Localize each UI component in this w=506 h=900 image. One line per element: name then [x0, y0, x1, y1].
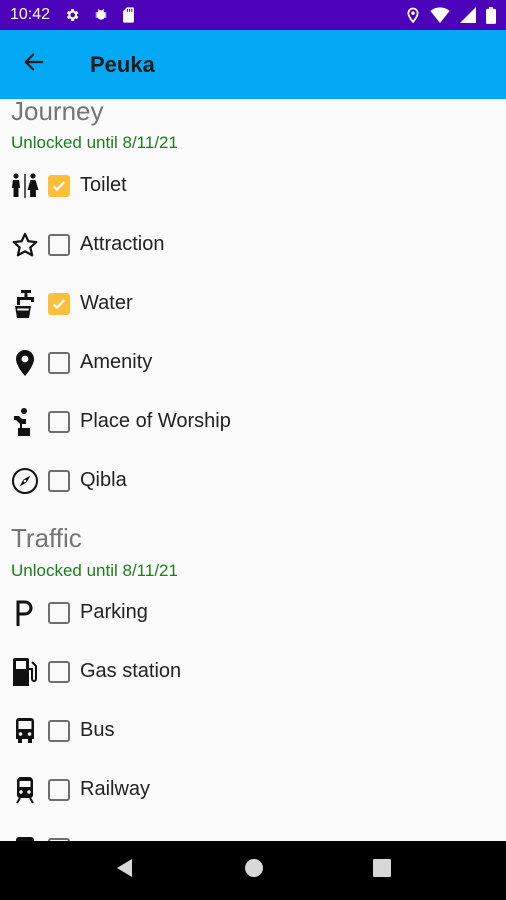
- list-item-label-place-of-worship: Place of Worship: [80, 410, 231, 432]
- back-button[interactable]: [10, 41, 58, 89]
- train-icon: [10, 775, 40, 805]
- list-item-label-parking: Parking: [80, 601, 148, 623]
- list-item-attraction[interactable]: Attraction: [0, 215, 506, 274]
- checkbox-railway[interactable]: [48, 778, 70, 801]
- list-item-parking[interactable]: Parking: [0, 583, 506, 642]
- list-item-gas-station[interactable]: Gas station: [0, 642, 506, 701]
- wifi-icon: [430, 7, 450, 23]
- back-triangle-icon[interactable]: [115, 858, 135, 883]
- status-left-icons: [64, 7, 135, 23]
- checkbox-qibla[interactable]: [48, 469, 70, 492]
- checkbox-toilet[interactable]: [48, 174, 70, 197]
- status-right-icons: [406, 6, 496, 24]
- gas-station-icon: [10, 657, 40, 687]
- list-item-bus[interactable]: Bus: [0, 701, 506, 760]
- list-item-label-toilet: Toilet: [80, 174, 127, 196]
- app-bar: Peuka: [0, 30, 506, 99]
- list-item-toilet[interactable]: Toilet: [0, 156, 506, 215]
- list-item-railway[interactable]: Railway: [0, 760, 506, 819]
- checkbox-bus[interactable]: [48, 719, 70, 742]
- status-time: 10:42: [10, 6, 51, 23]
- location-icon: [406, 7, 420, 24]
- battery-icon: [486, 6, 496, 24]
- section-subtitle-traffic: Unlocked until 8/11/21: [11, 561, 178, 580]
- checkbox-attraction[interactable]: [48, 233, 70, 256]
- signal-icon: [460, 7, 476, 23]
- checkbox-water[interactable]: [48, 292, 70, 315]
- compass-icon: [10, 466, 40, 496]
- partial-row-icon: [10, 834, 40, 841]
- recents-square-icon[interactable]: [373, 859, 392, 882]
- list-item-place-of-worship[interactable]: Place of Worship: [0, 392, 506, 451]
- list-item-amenity[interactable]: Amenity: [0, 333, 506, 392]
- checkbox-gas-station[interactable]: [48, 660, 70, 683]
- section-title-traffic: Traffic: [11, 523, 82, 553]
- list-item-label-qibla: Qibla: [80, 469, 127, 491]
- home-circle-icon[interactable]: [244, 858, 264, 883]
- section-subtitle-journey: Unlocked until 8/11/21: [11, 133, 178, 152]
- bus-icon: [10, 716, 40, 746]
- checkbox-parking[interactable]: [48, 601, 70, 624]
- list-item-label-railway: Railway: [80, 778, 151, 800]
- sd-card-icon: [122, 7, 135, 23]
- toilet-icon: [10, 171, 40, 201]
- list-item-label-bus: Bus: [80, 719, 115, 741]
- list-item-partial[interactable]: [0, 819, 506, 841]
- water-tap-icon: [10, 289, 40, 319]
- list-item-label-amenity: Amenity: [80, 351, 153, 373]
- worship-icon: [10, 407, 40, 437]
- list-item-qibla[interactable]: Qibla: [0, 451, 506, 510]
- checkbox-amenity[interactable]: [48, 351, 70, 374]
- star-icon: [10, 230, 40, 260]
- arrow-back-icon: [23, 51, 45, 78]
- system-nav-bar: [0, 841, 506, 900]
- gear-icon: [64, 7, 80, 23]
- section-title-journey: Journey: [11, 99, 104, 126]
- status-bar: 10:42: [0, 0, 506, 30]
- list-item-water[interactable]: Water: [0, 274, 506, 333]
- map-pin-icon: [10, 348, 40, 378]
- checkbox-place-of-worship[interactable]: [48, 410, 70, 433]
- app-title: Peuka: [90, 51, 155, 77]
- bug-icon: [92, 7, 110, 23]
- parking-icon: [10, 598, 40, 628]
- list-item-label-water: Water: [80, 292, 133, 314]
- list-item-label-gas-station: Gas station: [80, 660, 182, 682]
- poi-category-list[interactable]: Journey Unlocked until 8/11/21 Toilet At…: [0, 99, 506, 841]
- list-item-label-attraction: Attraction: [80, 233, 165, 255]
